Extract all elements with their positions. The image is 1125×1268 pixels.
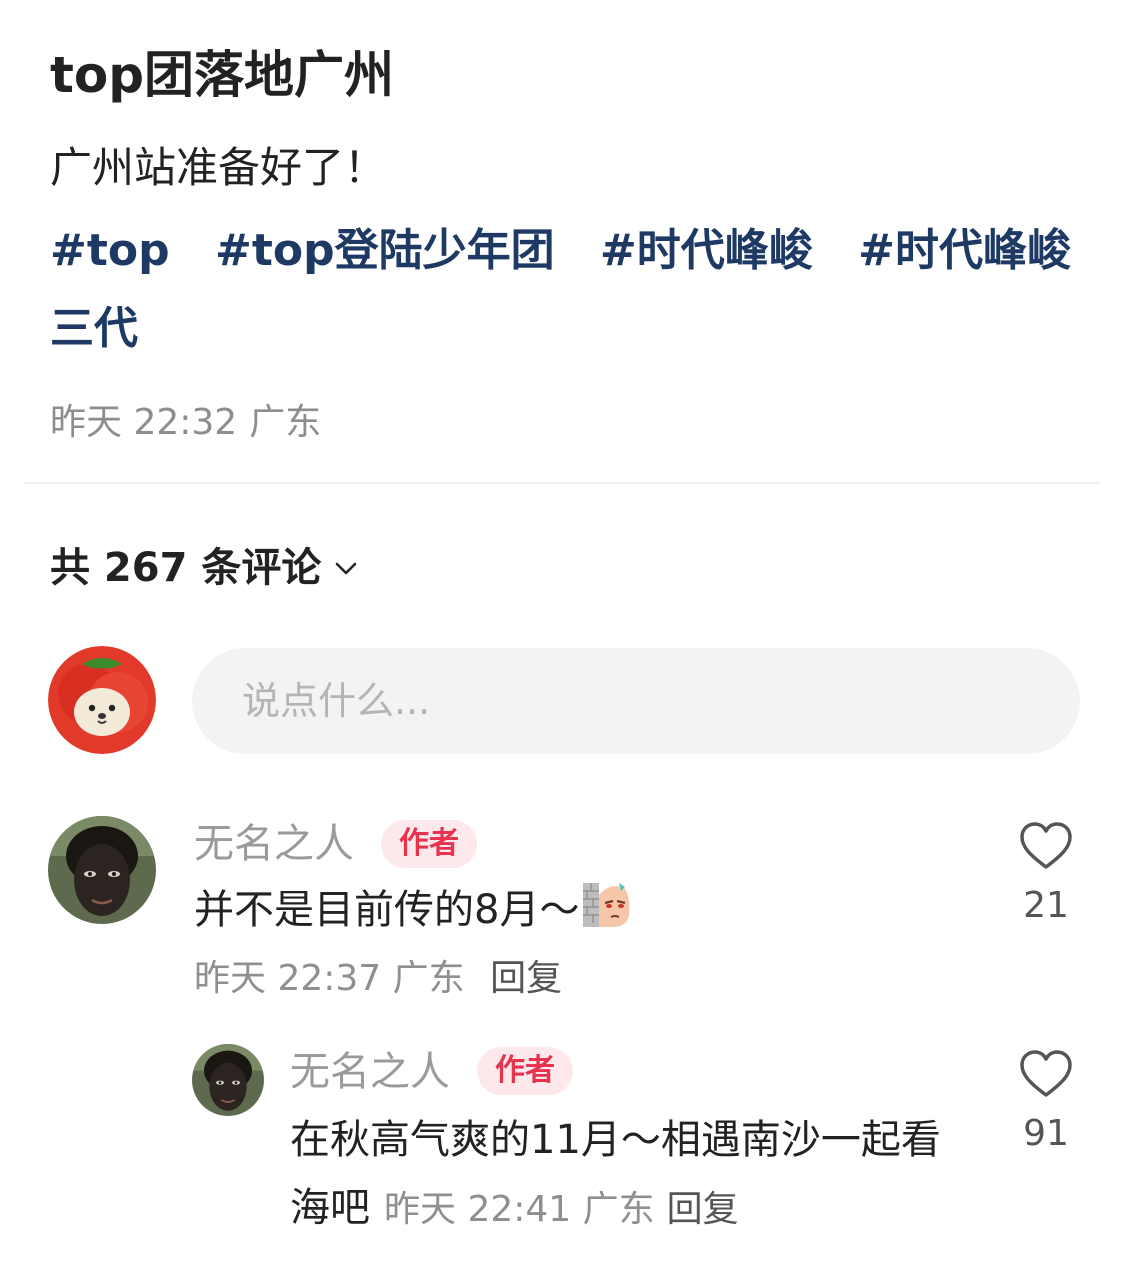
tag-link[interactable]: #时代峰峻三代: [50, 225, 1071, 354]
like-button[interactable]: 91: [1011, 1048, 1081, 1158]
comment-author[interactable]: 无名之人: [194, 816, 354, 872]
like-count: 91: [1023, 1113, 1069, 1154]
comment-location: 广东: [392, 958, 465, 999]
sticker-emoji-icon: [581, 879, 633, 950]
comment-input[interactable]: [240, 678, 1080, 724]
post-body: 广州站准备好了！: [50, 143, 387, 192]
my-avatar[interactable]: [48, 646, 156, 754]
post-meta: 昨天 22:32 广东: [50, 398, 321, 448]
tag-link[interactable]: #时代峰峻: [600, 225, 813, 276]
reply-text: 在秋高气爽的11月～相遇南沙一起看海吧 昨天 22:41 广东 回复: [290, 1106, 950, 1244]
reply-meta: 昨天 22:41 广东 回复: [384, 1189, 739, 1230]
post-time: 昨天 22:32: [50, 402, 238, 443]
avatar[interactable]: [192, 1044, 264, 1116]
divider: [25, 482, 1100, 484]
post-tags: #top #top登陆少年团 #时代峰峻 #时代峰峻三代: [50, 212, 1080, 368]
avatar[interactable]: [48, 816, 156, 924]
comment-count-label: 共 267 条评论: [50, 545, 322, 591]
reply-button[interactable]: 回复: [667, 1189, 739, 1230]
comment-input-box[interactable]: [192, 648, 1080, 754]
tag-link[interactable]: #top登陆少年团: [215, 225, 555, 276]
author-badge: 作者: [381, 820, 477, 868]
comment-count-toggle[interactable]: 共 267 条评论: [50, 540, 359, 596]
comment-meta: 昨天 22:37 广东 回复: [194, 954, 562, 1004]
post-title: top团落地广州: [50, 46, 395, 104]
comment-text: 并不是目前传的8月～: [194, 878, 954, 950]
reply-location: 广东: [582, 1189, 655, 1230]
heart-icon: [1018, 1050, 1074, 1104]
reply-author[interactable]: 无名之人: [290, 1044, 450, 1100]
heart-icon: [1018, 822, 1074, 876]
like-count: 21: [1023, 885, 1069, 926]
tag-link[interactable]: #top: [50, 225, 170, 276]
like-button[interactable]: 21: [1011, 820, 1081, 930]
reply-button[interactable]: 回复: [490, 958, 562, 999]
comment-time: 昨天 22:37: [194, 958, 382, 999]
author-badge: 作者: [477, 1047, 573, 1095]
post-location: 广东: [249, 402, 322, 443]
chevron-down-icon: [333, 555, 359, 581]
comment-text-content: 并不是目前传的8月～: [194, 887, 580, 933]
reply-time: 昨天 22:41: [384, 1189, 572, 1230]
